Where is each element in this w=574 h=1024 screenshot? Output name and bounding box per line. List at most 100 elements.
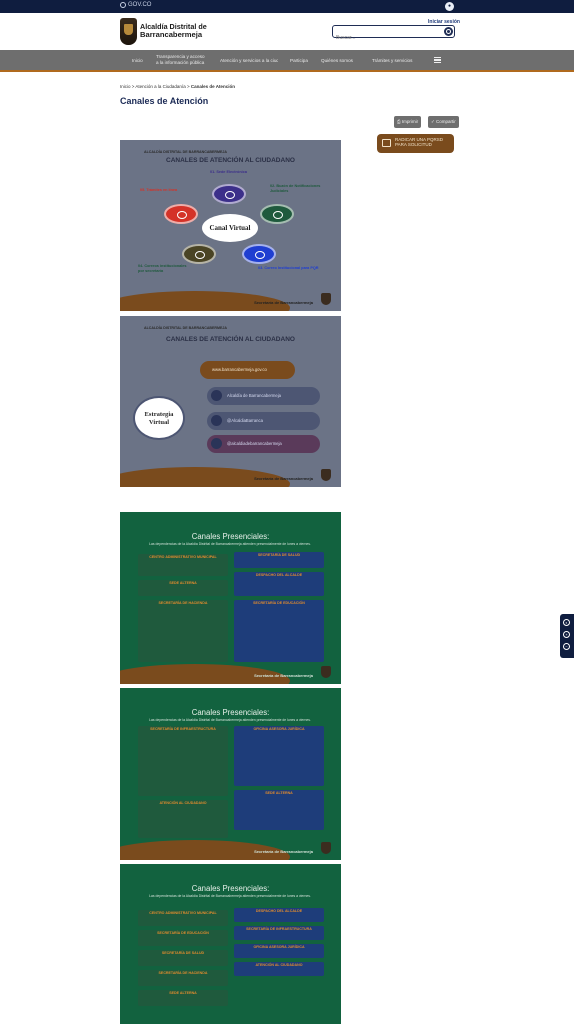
search-input[interactable] bbox=[333, 33, 443, 43]
info-box: SECRETARÍA DE INFRAESTRUCTURA bbox=[234, 926, 324, 940]
info-box: DESPACHO DEL ALCALDE bbox=[234, 908, 324, 922]
info-box: SECRETARÍA DE EDUCACIÓN bbox=[138, 930, 228, 946]
canal-virtual-image: ALCALDÍA DISTRITAL DE BARRANCABERMEJA CA… bbox=[120, 140, 341, 311]
box-title: OFICINA ASESORA JURÍDICA bbox=[253, 945, 305, 949]
virtual-label-1: 01. Sede Electrónica bbox=[210, 170, 247, 174]
estrategia-virtual-circle: Estrategia Virtual bbox=[133, 396, 185, 440]
estrategia-virtual-image: ALCALDÍA DISTRITAL DE BARRANCABERMEJA CA… bbox=[120, 316, 341, 487]
image-subtitle: Las dependencias de la Alcaldía Distrita… bbox=[149, 718, 311, 722]
box-title: SEDE ALTERNA bbox=[169, 581, 197, 585]
channel-node-icon bbox=[182, 244, 216, 264]
nav-item-atencion[interactable]: Atención y servicios a la ciudadanía bbox=[220, 58, 278, 64]
info-box: SECRETARÍA DE HACIENDA bbox=[138, 970, 228, 986]
website-pill: www.barrancabermeja.gov.co bbox=[200, 361, 295, 379]
image-brand: Secretaría de Barrancabermeja bbox=[254, 476, 313, 481]
info-box: SECRETARÍA DE SALUD bbox=[138, 950, 228, 966]
breadcrumb-current: Canales de Atención bbox=[190, 84, 235, 89]
box-title: SECRETARÍA DE INFRAESTRUCTURA bbox=[150, 727, 216, 731]
edit-icon bbox=[382, 139, 391, 147]
nav-item-quienes-somos[interactable]: Quiénes somos bbox=[321, 58, 353, 64]
nav-item-transparencia[interactable]: Transparencia y acceso a la información … bbox=[156, 54, 208, 65]
box-title: SECRETARÍA DE INFRAESTRUCTURA bbox=[246, 927, 312, 931]
hamburger-menu-icon[interactable] bbox=[434, 57, 441, 63]
twitter-label: @AlcaldiaBarranca bbox=[227, 418, 263, 423]
image-subtitle: Las dependencias de la Alcaldía Distrita… bbox=[149, 894, 311, 898]
main-nav: Inicio Transparencia y acceso a la infor… bbox=[0, 50, 574, 72]
info-box: SECRETARÍA DE EDUCACIÓN bbox=[234, 600, 324, 662]
page-title: Canales de Atención bbox=[120, 96, 209, 106]
zoom-in-icon[interactable]: + bbox=[563, 631, 570, 638]
instagram-label: @alcaldiadebarrancabermeja bbox=[227, 441, 282, 446]
nav-item-inicio[interactable]: Inicio bbox=[132, 58, 143, 64]
site-logo-text[interactable]: Alcaldía Distrital de Barrancabermeja bbox=[140, 23, 207, 39]
canales-presenciales-image-2: Canales Presenciales: Las dependencias d… bbox=[120, 688, 341, 860]
image-subtitle: Las dependencias de la Alcaldía Distrita… bbox=[149, 542, 311, 546]
search-box bbox=[332, 25, 455, 43]
image-brand: Secretaría de Barrancabermeja bbox=[254, 673, 313, 678]
image-title: CANALES DE ATENCIÓN AL CIUDADANO bbox=[166, 157, 295, 164]
accessibility-toolbar: ◐ + − bbox=[560, 614, 574, 658]
search-icon[interactable] bbox=[444, 27, 453, 36]
box-title: SEDE ALTERNA bbox=[169, 991, 197, 995]
strategy-line-2: Virtual bbox=[148, 419, 170, 426]
channel-node-icon bbox=[242, 244, 276, 264]
share-button[interactable]: ✓ Compartir bbox=[428, 116, 459, 128]
box-title: SEDE ALTERNA bbox=[265, 791, 293, 795]
image-title: CANALES DE ATENCIÓN AL CIUDADANO bbox=[166, 336, 295, 343]
gov-top-bar: GOV.CO ● bbox=[0, 0, 574, 13]
facebook-icon bbox=[211, 390, 222, 401]
breadcrumb-middle[interactable]: Atención a la Ciudadanía bbox=[135, 84, 185, 89]
zoom-out-icon[interactable]: − bbox=[563, 643, 570, 650]
box-title: CENTRO ADMINISTRATIVO MUNICIPAL bbox=[149, 555, 217, 559]
virtual-label-3: 03. Correo Institucional para PQR bbox=[258, 266, 319, 270]
image-header-text: ALCALDÍA DISTRITAL DE BARRANCABERMEJA bbox=[144, 326, 227, 330]
shield-icon bbox=[321, 293, 331, 305]
facebook-pill: Alcaldía de Barrancabermeja bbox=[207, 387, 320, 405]
info-box: SEDE ALTERNA bbox=[138, 580, 228, 596]
breadcrumb-home[interactable]: Inicio bbox=[120, 84, 131, 89]
gov-co-icon bbox=[120, 2, 126, 8]
channel-node-icon bbox=[260, 204, 294, 224]
box-title: SECRETARÍA DE HACIENDA bbox=[158, 971, 208, 975]
info-box: SECRETARÍA DE HACIENDA bbox=[138, 600, 228, 662]
box-title: ATENCIÓN AL CIUDADANO bbox=[255, 963, 303, 967]
shield-icon bbox=[321, 469, 331, 481]
box-title: OFICINA ASESORA JURÍDICA bbox=[253, 727, 305, 731]
strategy-line-1: Estrategia bbox=[144, 411, 174, 418]
image-title: Canales Presenciales: bbox=[191, 532, 270, 541]
print-button[interactable]: ⎙ Imprimir bbox=[394, 116, 422, 128]
shield-icon bbox=[321, 666, 331, 678]
canal-virtual-label: Canal Virtual bbox=[202, 214, 258, 242]
channel-node-icon bbox=[164, 204, 198, 224]
box-title: SECRETARÍA DE EDUCACIÓN bbox=[253, 601, 305, 605]
image-title: Canales Presenciales: bbox=[191, 708, 270, 717]
city-shield-icon[interactable] bbox=[120, 18, 137, 45]
twitter-pill: @AlcaldiaBarranca bbox=[207, 412, 320, 430]
image-brand: Secretaría de Barrancabermeja bbox=[254, 300, 313, 305]
pqrsd-label: RADICAR UNA PQRSD PARA SOLICITUD bbox=[395, 137, 444, 148]
box-title: CENTRO ADMINISTRATIVO MUNICIPAL bbox=[149, 911, 217, 915]
breadcrumb: Inicio > Atención a la Ciudadanía > Cana… bbox=[120, 84, 235, 89]
info-box: CENTRO ADMINISTRATIVO MUNICIPAL bbox=[138, 554, 228, 576]
canales-presenciales-image-3: Canales Presenciales: Las dependencias d… bbox=[120, 864, 341, 1024]
info-box: OFICINA ASESORA JURÍDICA bbox=[234, 726, 324, 786]
info-box: ATENCIÓN AL CIUDADANO bbox=[138, 800, 228, 838]
box-title: SECRETARÍA DE SALUD bbox=[257, 553, 301, 557]
info-box: DESPACHO DEL ALCALDE bbox=[234, 572, 324, 596]
info-box: SEDE ALTERNA bbox=[234, 790, 324, 830]
info-box: SECRETARÍA DE INFRAESTRUCTURA bbox=[138, 726, 228, 796]
box-title: ATENCIÓN AL CIUDADANO bbox=[159, 801, 207, 805]
info-box: ATENCIÓN AL CIUDADANO bbox=[234, 962, 324, 976]
virtual-label-2: 02. Buzón de Notificaciones Judiciales bbox=[270, 184, 321, 193]
box-title: SECRETARÍA DE HACIENDA bbox=[158, 601, 208, 605]
contrast-icon[interactable]: ◐ bbox=[563, 619, 570, 626]
nav-item-tramites[interactable]: Trámites y servicios bbox=[372, 58, 412, 64]
pqrsd-button[interactable]: RADICAR UNA PQRSD PARA SOLICITUD bbox=[377, 134, 454, 153]
logo-line-2: Barrancabermeja bbox=[140, 30, 203, 39]
gov-co-link[interactable]: GOV.CO bbox=[120, 2, 151, 8]
accessibility-icon[interactable]: ● bbox=[445, 2, 454, 11]
channel-node-icon bbox=[212, 184, 246, 204]
nav-item-participa[interactable]: Participa bbox=[290, 58, 308, 64]
box-title: SECRETARÍA DE SALUD bbox=[161, 951, 205, 955]
canales-presenciales-image-1: Canales Presenciales: Las dependencias d… bbox=[120, 512, 341, 684]
